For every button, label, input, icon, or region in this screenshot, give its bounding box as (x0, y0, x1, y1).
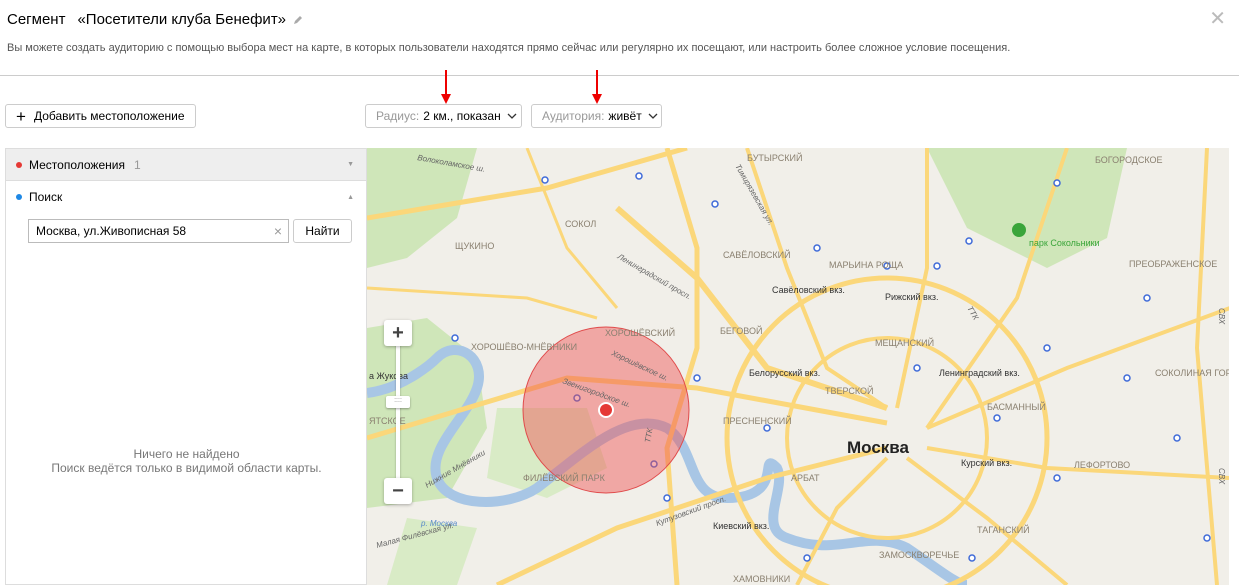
empty-state: Ничего не найдено Поиск ведётся только в… (6, 447, 367, 475)
red-arrow-icon (441, 70, 451, 104)
segment-name: «Посетители клуба Бенефит» (77, 11, 287, 28)
svg-text:СВХ: СВХ (1217, 468, 1226, 485)
red-arrow-icon (592, 70, 602, 104)
svg-text:СОКОЛИНАЯ ГОРА: СОКОЛИНАЯ ГОРА (1155, 368, 1229, 378)
svg-text:Савёловский вкз.: Савёловский вкз. (772, 285, 845, 295)
svg-text:БОГОРОДСКОЕ: БОГОРОДСКОЕ (1095, 155, 1163, 165)
collapse-up-icon: ▲ (347, 193, 354, 201)
red-dot-icon (16, 161, 22, 168)
close-icon[interactable]: ✕ (1209, 6, 1226, 31)
svg-text:Киевский вкз.: Киевский вкз. (713, 521, 769, 531)
svg-text:ЗАМОСКВОРЕЧЬЕ: ЗАМОСКВОРЕЧЬЕ (879, 550, 959, 560)
title-row: Сегмент «Посетители клуба Бенефит» (7, 11, 304, 28)
svg-text:ПРЕОБРАЖЕНСКОЕ: ПРЕОБРАЖЕНСКОЕ (1129, 259, 1217, 269)
add-location-label: Добавить местоположение (33, 109, 185, 123)
search-input[interactable]: Москва, ул.Живописная 58 × (28, 219, 289, 243)
svg-text:САВЁЛОВСКИЙ: САВЁЛОВСКИЙ (723, 249, 791, 260)
chevron-down-icon (648, 113, 658, 119)
locations-count: 1 (133, 157, 141, 172)
svg-text:МЕЩАНСКИЙ: МЕЩАНСКИЙ (875, 337, 934, 348)
zoom-in-button[interactable]: + (384, 320, 412, 346)
empty-line-2: Поиск ведётся только в видимой области к… (51, 461, 322, 475)
svg-text:парк Сокольники: парк Сокольники (1029, 238, 1100, 248)
svg-text:ХОРОШЁВСКИЙ: ХОРОШЁВСКИЙ (605, 327, 675, 338)
svg-text:ХОРОШЁВО-МНЁВНИКИ: ХОРОШЁВО-МНЁВНИКИ (471, 342, 577, 352)
chevron-down-icon (507, 113, 517, 119)
svg-text:ЛЕФОРТОВО: ЛЕФОРТОВО (1074, 460, 1130, 470)
radius-value: 2 км., показан (423, 109, 501, 123)
clear-icon[interactable]: × (274, 223, 282, 239)
svg-text:ТВЕРСКОЙ: ТВЕРСКОЙ (825, 385, 874, 396)
svg-text:Ленинградский вкз.: Ленинградский вкз. (939, 368, 1020, 378)
zoom-handle[interactable]: :::: (386, 396, 410, 408)
empty-line-1: Ничего не найдено (133, 447, 240, 461)
zoom-control: + :::: − (384, 320, 412, 504)
left-panel: Местоположения 1 ▼ Поиск ▲ Москва, ул.Жи… (5, 148, 366, 585)
svg-text:АРБАТ: АРБАТ (791, 473, 820, 483)
header: Сегмент «Посетители клуба Бенефит» ✕ Вы … (0, 0, 1239, 76)
radius-label: Радиус: (376, 109, 420, 123)
svg-text:ХАМОВНИКИ: ХАМОВНИКИ (733, 574, 790, 584)
zoom-track[interactable] (396, 344, 400, 484)
svg-text:СВХ: СВХ (1217, 308, 1226, 325)
locations-section-header[interactable]: Местоположения 1 ▼ (6, 149, 366, 181)
audience-select[interactable]: Аудитория: живёт (531, 104, 662, 128)
search-label: Поиск (29, 190, 63, 204)
svg-text:ПРЕСНЕНСКИЙ: ПРЕСНЕНСКИЙ (723, 415, 792, 426)
audience-value: живёт (608, 109, 642, 123)
blue-dot-icon (16, 194, 22, 200)
svg-text:ЩУКИНО: ЩУКИНО (455, 241, 494, 251)
svg-text:БУТЫРСКИЙ: БУТЫРСКИЙ (747, 152, 802, 163)
svg-text:СОКОЛ: СОКОЛ (565, 219, 596, 229)
locations-label: Местоположения (29, 157, 125, 172)
segment-label: Сегмент (7, 11, 66, 28)
svg-text:БЕГОВОЙ: БЕГОВОЙ (720, 325, 762, 336)
map-canvas[interactable]: ЩУКИНО СОКОЛ САВЁЛОВСКИЙ БУТЫРСКИЙ МАРЬИ… (367, 148, 1229, 585)
search-row: Москва, ул.Живописная 58 × Найти (28, 219, 352, 243)
map[interactable]: ЩУКИНО СОКОЛ САВЁЛОВСКИЙ БУТЫРСКИЙ МАРЬИ… (366, 148, 1229, 585)
location-marker-icon[interactable] (598, 402, 614, 418)
search-input-value: Москва, ул.Живописная 58 (36, 224, 187, 238)
add-location-button[interactable]: + Добавить местоположение (5, 104, 196, 128)
radius-select[interactable]: Радиус: 2 км., показан (365, 104, 522, 128)
svg-text:ФИЛЁВСКИЙ ПАРК: ФИЛЁВСКИЙ ПАРК (523, 472, 606, 483)
collapse-down-icon: ▼ (347, 161, 354, 168)
park-icon (1012, 223, 1026, 237)
zoom-out-button[interactable]: − (384, 478, 412, 504)
plus-icon: + (16, 106, 26, 126)
svg-text:Курский вкз.: Курский вкз. (961, 458, 1012, 468)
svg-text:БАСМАННЫЙ: БАСМАННЫЙ (987, 401, 1046, 412)
find-button[interactable]: Найти (293, 219, 352, 243)
edit-icon[interactable] (292, 14, 304, 26)
svg-text:МАРЬИНА РОЩА: МАРЬИНА РОЩА (829, 260, 903, 270)
svg-text:ТАГАНСКИЙ: ТАГАНСКИЙ (977, 524, 1030, 535)
search-section-header[interactable]: Поиск ▲ (6, 181, 366, 213)
map-center-label: Москва (847, 438, 910, 457)
svg-text:Рижский вкз.: Рижский вкз. (885, 292, 939, 302)
description: Вы можете создать аудиторию с помощью вы… (7, 42, 1011, 54)
svg-text:Белорусский вкз.: Белорусский вкз. (749, 368, 820, 378)
audience-label: Аудитория: (542, 109, 605, 123)
